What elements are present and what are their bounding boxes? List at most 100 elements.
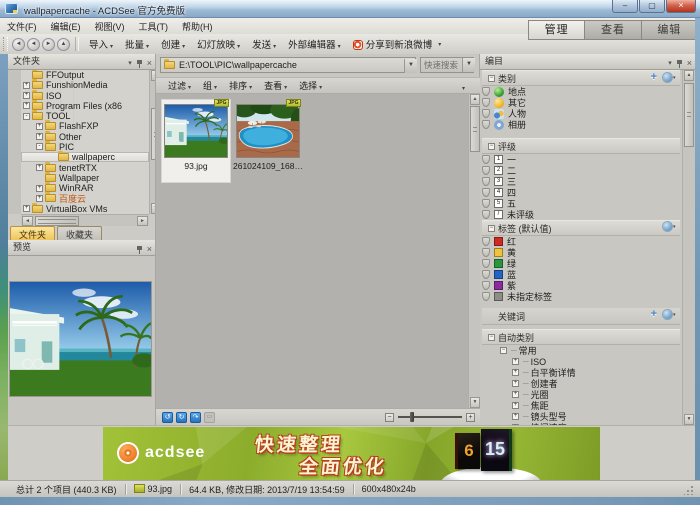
preview-image[interactable] [10, 282, 151, 396]
expand-icon[interactable]: + [512, 413, 519, 420]
share-weibo-button[interactable]: 分享到新浪微博 [347, 35, 439, 53]
auto-category-item[interactable]: +─ISO [480, 356, 682, 367]
filter-menu-过滤[interactable]: 过滤▾ [163, 78, 196, 93]
easy-select-shield-icon[interactable] [482, 248, 490, 257]
title-bar[interactable]: wallpapercache - ACDSee 官方免费版 – ▢ × [0, 0, 700, 18]
expand-icon[interactable]: + [23, 92, 30, 99]
filter-menu-选择[interactable]: 选择▾ [294, 78, 327, 93]
search-dropdown-icon[interactable]: ▼ [462, 58, 475, 72]
expand-icon[interactable]: + [512, 402, 519, 409]
scroll-down-icon[interactable]: ▼ [470, 397, 480, 408]
expand-icon[interactable]: + [23, 205, 30, 212]
rating-section-header[interactable]: −评级 [482, 138, 680, 154]
menu-item[interactable]: 编辑(E) [44, 18, 88, 32]
scroll-down-icon[interactable]: ▼ [684, 414, 694, 425]
rotate-ccw-button[interactable]: ↺ [162, 412, 173, 423]
easy-select-shield-icon[interactable] [482, 98, 490, 107]
keywords-section-header[interactable]: 关键词+ [482, 308, 680, 325]
settings-gear-icon[interactable] [663, 73, 672, 82]
easy-select-shield-icon[interactable] [482, 210, 490, 219]
previous-button[interactable]: ◄ [27, 38, 40, 51]
toolbar-button-批量[interactable]: 批量▾ [119, 35, 155, 53]
auto-category-item[interactable]: +─光圈 [480, 389, 682, 400]
add-icon[interactable]: + [651, 72, 657, 82]
up-button[interactable]: ▲ [57, 38, 70, 51]
scroll-thumb[interactable] [470, 106, 480, 152]
mode-button-管理[interactable]: 管理 [528, 20, 585, 40]
filter-menu-排序[interactable]: 排序▾ [224, 78, 257, 93]
add-icon[interactable]: + [651, 309, 657, 319]
easy-select-shield-icon[interactable] [482, 109, 490, 118]
tree-item[interactable]: +百度云 [21, 193, 149, 203]
file-list[interactable]: JPG93.jpgJPG261024109_1680_... [156, 94, 468, 408]
mode-button-编辑[interactable]: 编辑 [642, 20, 698, 40]
labels-section-header[interactable]: −标签 (默认值) [482, 220, 680, 236]
search-input[interactable] [421, 58, 462, 71]
collapse-icon[interactable]: − [488, 225, 495, 232]
auto-category-item[interactable]: +─创建者 [480, 378, 682, 389]
filter-menu-查看[interactable]: 查看▾ [259, 78, 292, 93]
tab-文件夹[interactable]: 文件夹 [10, 226, 55, 240]
expand-icon[interactable]: + [36, 164, 43, 171]
collapse-icon[interactable]: - [36, 143, 43, 150]
easy-select-shield-icon[interactable] [482, 188, 490, 197]
thumbnail-image[interactable] [237, 105, 299, 157]
tree-item[interactable]: +ISO [21, 91, 149, 101]
pin-icon[interactable] [136, 59, 143, 68]
minimize-button[interactable]: – [612, 0, 638, 13]
easy-select-shield-icon[interactable] [482, 120, 490, 129]
thumbnail-image[interactable] [165, 105, 227, 157]
easy-select-shield-icon[interactable] [482, 166, 490, 175]
settings-gear-icon[interactable] [663, 310, 672, 319]
tree-item[interactable]: -TOOL [21, 111, 149, 121]
tree-item[interactable]: +wallpaperc [21, 152, 149, 162]
menu-item[interactable]: 工具(T) [132, 18, 176, 32]
next-button[interactable]: ► [42, 38, 55, 51]
folder-tree-hscrollbar[interactable]: ◄ ► [21, 214, 149, 226]
easy-select-shield-icon[interactable] [482, 281, 490, 290]
scroll-right-icon[interactable]: ► [137, 216, 148, 226]
expand-icon[interactable]: + [512, 369, 519, 376]
preview-panel-header[interactable]: 预览 × [8, 240, 155, 256]
tree-item[interactable]: +tenetRTX [21, 162, 149, 172]
easy-select-shield-icon[interactable] [482, 270, 490, 279]
folders-panel-header[interactable]: 文件夹 ▾× [8, 54, 155, 70]
tree-item[interactable]: +FunshionMedia [21, 80, 149, 90]
maximize-button[interactable]: ▢ [639, 0, 665, 13]
rating-item[interactable]: /未评级 [480, 209, 682, 220]
slider-handle[interactable] [410, 412, 414, 422]
category-item[interactable]: 相册 [480, 119, 682, 130]
toolbar-grip[interactable] [3, 37, 8, 51]
expand-icon[interactable]: + [36, 195, 43, 202]
toolbar-overflow-icon[interactable]: ▾ [438, 41, 441, 48]
panel-close-icon[interactable]: × [147, 56, 152, 71]
scroll-up-icon[interactable]: ▲ [470, 94, 480, 105]
auto-category-item[interactable]: +─焦距 [480, 400, 682, 411]
easy-select-shield-icon[interactable] [482, 155, 490, 164]
easy-select-shield-icon[interactable] [482, 87, 490, 96]
thumbnail-item[interactable]: JPG93.jpg [161, 99, 231, 183]
scroll-thumb[interactable] [35, 216, 79, 226]
expand-icon[interactable]: + [512, 380, 519, 387]
panel-menu-icon[interactable]: ▾ [668, 56, 672, 71]
menu-item[interactable]: 帮助(H) [175, 18, 220, 32]
filter-menu-组[interactable]: 组▾ [198, 78, 222, 93]
scroll-thumb[interactable] [684, 83, 694, 147]
slider-track[interactable] [398, 416, 462, 418]
collapse-icon[interactable]: − [488, 75, 495, 82]
categories-section-header[interactable]: −类别+ [482, 70, 680, 86]
collapse-icon[interactable]: − [488, 334, 495, 341]
zoom-in-icon[interactable]: + [466, 413, 475, 422]
toolbar-button-发送[interactable]: 发送▾ [246, 35, 282, 53]
auto-categories-section-header[interactable]: −自动类别 [482, 329, 680, 345]
panel-close-icon[interactable]: × [147, 242, 152, 257]
back-button[interactable]: ◄ [12, 38, 25, 51]
label-item[interactable]: 未指定标签 [480, 291, 682, 302]
path-field[interactable]: E:\TOOL\PIC\wallpapercache ▼ [160, 57, 416, 73]
filterbar-overflow-icon[interactable]: ▾ [462, 85, 465, 92]
expand-icon[interactable]: + [36, 185, 43, 192]
menu-item[interactable]: 文件(F) [0, 18, 44, 32]
tree-item[interactable]: +Wallpaper [21, 173, 149, 183]
toolbar-button-创建[interactable]: 创建▾ [155, 35, 191, 53]
catalog-panel-header[interactable]: 编目 ▾× [480, 54, 695, 70]
